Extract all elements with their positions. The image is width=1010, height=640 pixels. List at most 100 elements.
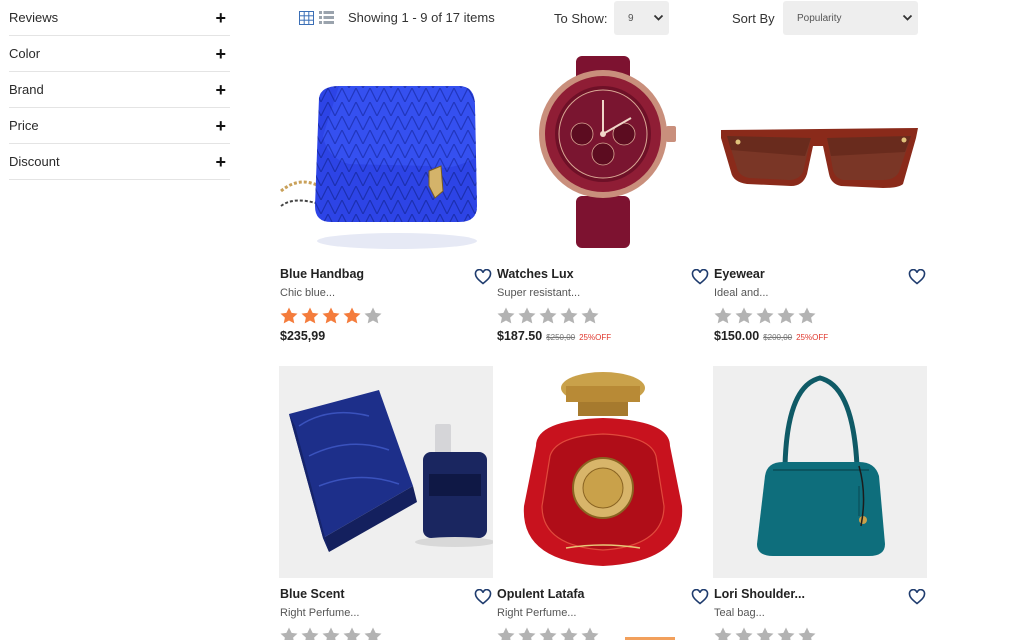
star-icon bbox=[735, 627, 753, 640]
results-count: Showing 1 - 9 of 17 items bbox=[348, 10, 495, 25]
discount-badge: 25%OFF bbox=[796, 333, 829, 342]
product-description: Chic blue... bbox=[280, 287, 336, 299]
filter-reviews[interactable]: Reviews + bbox=[9, 0, 230, 36]
star-icon bbox=[735, 307, 753, 324]
star-icon bbox=[497, 307, 515, 324]
product-description: Teal bag... bbox=[714, 607, 765, 619]
filter-discount[interactable]: Discount + bbox=[9, 144, 230, 180]
product-card[interactable]: Lori Shoulder... Teal bag... bbox=[713, 366, 927, 640]
star-icon bbox=[777, 627, 795, 640]
chevron-down-icon bbox=[902, 14, 913, 21]
price-row: $150.00 $200,00 25%OFF bbox=[714, 329, 828, 343]
sort-select[interactable]: Popularity bbox=[783, 1, 918, 35]
filter-label: Discount bbox=[9, 154, 60, 169]
star-rating bbox=[713, 306, 817, 325]
to-show-label: To Show: bbox=[554, 11, 608, 26]
original-price: $250,00 bbox=[546, 333, 576, 342]
product-image[interactable] bbox=[279, 366, 493, 578]
product-name[interactable]: Opulent Latafa bbox=[497, 587, 585, 601]
list-view-icon[interactable] bbox=[319, 11, 334, 24]
product-name[interactable]: Blue Scent bbox=[280, 587, 345, 601]
filter-brand[interactable]: Brand + bbox=[9, 72, 230, 108]
star-rating bbox=[713, 626, 817, 640]
product-price: $235,99 bbox=[280, 329, 326, 343]
filter-label: Reviews bbox=[9, 10, 59, 25]
plus-icon[interactable]: + bbox=[215, 45, 226, 63]
product-description: Right Perfume... bbox=[497, 607, 577, 619]
product-image[interactable] bbox=[713, 46, 927, 258]
grid-view-icon[interactable] bbox=[299, 11, 314, 25]
star-icon bbox=[343, 627, 361, 640]
plus-icon[interactable]: + bbox=[215, 9, 226, 27]
plus-icon[interactable]: + bbox=[215, 81, 226, 99]
star-icon bbox=[539, 627, 557, 640]
price-row: $235,99 bbox=[280, 329, 325, 343]
product-description: Super resistant... bbox=[497, 287, 581, 299]
star-icon bbox=[322, 307, 340, 324]
sort-label: Sort By bbox=[732, 11, 775, 26]
plus-icon[interactable]: + bbox=[215, 117, 226, 135]
product-card[interactable]: Eyewear Ideal and... $150.00 $200,00 25%… bbox=[713, 46, 927, 346]
heart-icon[interactable] bbox=[908, 589, 926, 605]
star-icon bbox=[756, 627, 774, 640]
product-name[interactable]: Blue Handbag bbox=[280, 267, 364, 281]
product-name[interactable]: Watches Lux bbox=[497, 267, 574, 281]
star-icon bbox=[581, 627, 599, 640]
sort-value: Popularity bbox=[797, 12, 842, 24]
filter-price[interactable]: Price + bbox=[9, 108, 230, 144]
filter-label: Color bbox=[9, 46, 41, 61]
star-rating bbox=[496, 306, 600, 325]
star-icon bbox=[518, 627, 536, 640]
product-card[interactable]: Blue Scent Right Perfume... bbox=[279, 366, 493, 640]
star-icon bbox=[560, 307, 578, 324]
star-rating bbox=[496, 626, 600, 640]
filter-label: Brand bbox=[9, 82, 44, 97]
heart-icon[interactable] bbox=[908, 269, 926, 285]
star-rating bbox=[279, 306, 383, 325]
heart-icon[interactable] bbox=[691, 589, 709, 605]
product-image[interactable] bbox=[496, 46, 710, 258]
discount-badge: 25%OFF bbox=[579, 333, 612, 342]
product-image[interactable] bbox=[496, 366, 710, 578]
star-icon bbox=[714, 307, 732, 324]
items-per-page-select[interactable]: 9 bbox=[614, 1, 669, 35]
product-name[interactable]: Eyewear bbox=[714, 267, 765, 281]
product-image[interactable] bbox=[279, 46, 493, 258]
heart-icon[interactable] bbox=[691, 269, 709, 285]
star-icon bbox=[581, 307, 599, 324]
star-icon bbox=[322, 627, 340, 640]
product-image[interactable] bbox=[713, 366, 927, 578]
original-price: $200,00 bbox=[763, 333, 793, 342]
product-card[interactable]: Blue Handbag Chic blue... $235,99 bbox=[279, 46, 493, 346]
price-row: $187.50 $250,00 25%OFF bbox=[497, 329, 611, 343]
star-icon bbox=[777, 307, 795, 324]
product-description: Ideal and... bbox=[714, 287, 769, 299]
product-price: $150.00 bbox=[714, 329, 760, 343]
filter-label: Price bbox=[9, 118, 39, 133]
plus-icon[interactable]: + bbox=[215, 153, 226, 171]
filter-color[interactable]: Color + bbox=[9, 36, 230, 72]
heart-icon[interactable] bbox=[474, 589, 492, 605]
star-icon bbox=[518, 307, 536, 324]
product-card[interactable]: Watches Lux Super resistant... $187.50 $… bbox=[496, 46, 710, 346]
star-icon bbox=[280, 627, 298, 640]
heart-icon[interactable] bbox=[474, 269, 492, 285]
product-name[interactable]: Lori Shoulder... bbox=[714, 587, 805, 601]
star-icon bbox=[756, 307, 774, 324]
star-icon bbox=[560, 627, 578, 640]
filter-sidebar: Reviews + Color + Brand + Price + Discou… bbox=[9, 0, 230, 180]
star-icon bbox=[301, 307, 319, 324]
product-price: $187.50 bbox=[497, 329, 543, 343]
star-icon bbox=[301, 627, 319, 640]
star-icon bbox=[364, 307, 382, 324]
star-icon bbox=[343, 307, 361, 324]
star-icon bbox=[798, 627, 816, 640]
star-icon bbox=[714, 627, 732, 640]
star-icon bbox=[280, 307, 298, 324]
product-card[interactable]: Opulent Latafa Right Perfume... bbox=[496, 366, 710, 640]
star-icon bbox=[497, 627, 515, 640]
product-description: Right Perfume... bbox=[280, 607, 360, 619]
star-icon bbox=[364, 627, 382, 640]
chevron-down-icon bbox=[653, 14, 664, 21]
items-per-page-value: 9 bbox=[628, 12, 634, 24]
